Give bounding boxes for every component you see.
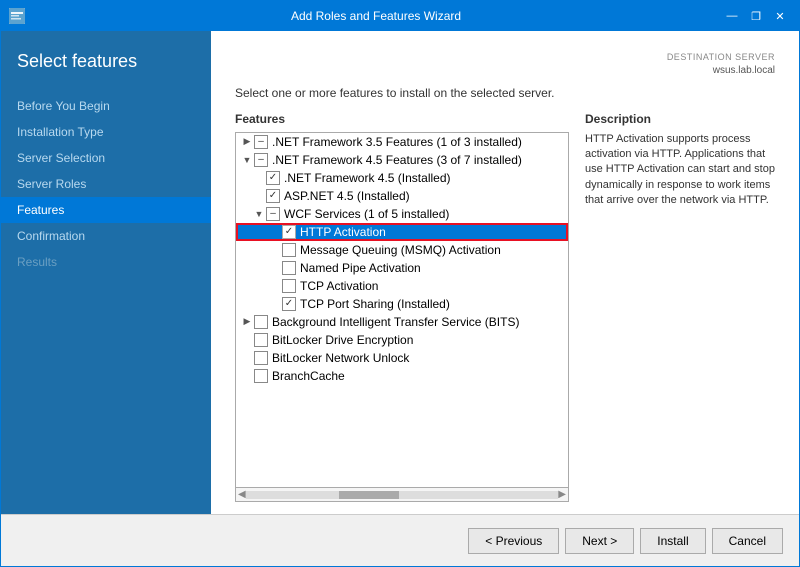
expand-icon: ▼ bbox=[252, 207, 266, 221]
expand-icon bbox=[252, 189, 266, 203]
feature-checkbox[interactable] bbox=[282, 279, 296, 293]
feature-checkbox[interactable]: – bbox=[254, 153, 268, 167]
window-title: Add Roles and Features Wizard bbox=[31, 9, 721, 23]
next-button[interactable]: Next > bbox=[565, 528, 634, 554]
list-item[interactable]: ✓ TCP Port Sharing (Installed) bbox=[236, 295, 568, 313]
list-item[interactable]: ✓ HTTP Activation bbox=[236, 223, 568, 241]
feature-label: BranchCache bbox=[272, 369, 345, 383]
feature-checkbox[interactable] bbox=[254, 351, 268, 365]
sidebar: Select features Before You Begin Install… bbox=[1, 31, 211, 514]
expand-icon bbox=[268, 243, 282, 257]
description-panel: Description HTTP Activation supports pro… bbox=[585, 112, 775, 502]
feature-checkbox[interactable] bbox=[282, 261, 296, 275]
sidebar-item-server-selection[interactable]: Server Selection bbox=[1, 145, 211, 171]
horizontal-scrollbar[interactable]: ◀ ▶ bbox=[235, 488, 569, 502]
feature-label: BitLocker Drive Encryption bbox=[272, 333, 413, 347]
window-controls: — ❐ ✕ bbox=[721, 6, 791, 26]
feature-label: HTTP Activation bbox=[300, 225, 386, 239]
scroll-left-btn[interactable]: ◀ bbox=[238, 489, 246, 500]
close-button[interactable]: ✕ bbox=[769, 6, 791, 26]
list-item[interactable]: BranchCache bbox=[236, 367, 568, 385]
install-button[interactable]: Install bbox=[640, 528, 705, 554]
feature-label: TCP Port Sharing (Installed) bbox=[300, 297, 450, 311]
previous-button[interactable]: < Previous bbox=[468, 528, 559, 554]
destination-server-info: DESTINATION SERVER wsus.lab.local bbox=[235, 51, 775, 78]
wizard-body: Select features Before You Begin Install… bbox=[1, 31, 799, 514]
feature-label: Background Intelligent Transfer Service … bbox=[272, 315, 519, 329]
feature-label: BitLocker Network Unlock bbox=[272, 351, 409, 365]
feature-label: ASP.NET 4.5 (Installed) bbox=[284, 189, 410, 203]
feature-checkbox[interactable]: ✓ bbox=[266, 189, 280, 203]
list-item[interactable]: TCP Activation bbox=[236, 277, 568, 295]
title-bar: Add Roles and Features Wizard — ❐ ✕ bbox=[1, 1, 799, 31]
feature-checkbox[interactable]: ✓ bbox=[282, 225, 296, 239]
app-icon bbox=[9, 8, 25, 24]
cancel-button[interactable]: Cancel bbox=[712, 528, 783, 554]
wizard-window: Add Roles and Features Wizard — ❐ ✕ Sele… bbox=[0, 0, 800, 567]
expand-icon bbox=[240, 369, 254, 383]
feature-checkbox[interactable]: – bbox=[266, 207, 280, 221]
sidebar-item-confirmation[interactable]: Confirmation bbox=[1, 223, 211, 249]
expand-icon: ▶ bbox=[240, 135, 254, 149]
list-item[interactable]: ▼ – .NET Framework 4.5 Features (3 of 7 … bbox=[236, 151, 568, 169]
sidebar-item-features[interactable]: Features bbox=[1, 197, 211, 223]
minimize-button[interactable]: — bbox=[721, 6, 743, 26]
list-item[interactable]: ✓ .NET Framework 4.5 (Installed) bbox=[236, 169, 568, 187]
feature-checkbox[interactable] bbox=[282, 243, 296, 257]
expand-icon bbox=[268, 261, 282, 275]
list-item[interactable]: ▶ – .NET Framework 3.5 Features (1 of 3 … bbox=[236, 133, 568, 151]
feature-checkbox[interactable] bbox=[254, 333, 268, 347]
sidebar-item-results: Results bbox=[1, 249, 211, 275]
list-item[interactable]: ▶ Background Intelligent Transfer Servic… bbox=[236, 313, 568, 331]
spacer bbox=[235, 502, 775, 514]
feature-label: WCF Services (1 of 5 installed) bbox=[284, 207, 449, 221]
scroll-thumb[interactable] bbox=[339, 491, 399, 499]
expand-icon bbox=[252, 171, 266, 185]
sidebar-item-server-roles[interactable]: Server Roles bbox=[1, 171, 211, 197]
feature-label: .NET Framework 3.5 Features (1 of 3 inst… bbox=[272, 135, 522, 149]
list-item[interactable]: BitLocker Drive Encryption bbox=[236, 331, 568, 349]
scroll-right-btn[interactable]: ▶ bbox=[558, 489, 566, 500]
expand-icon: ▶ bbox=[240, 315, 254, 329]
features-container: Features ▶ – .NET Framework 3.5 Features… bbox=[235, 112, 775, 502]
feature-checkbox[interactable]: – bbox=[254, 135, 268, 149]
expand-icon bbox=[268, 225, 282, 239]
expand-icon bbox=[268, 279, 282, 293]
feature-checkbox[interactable]: ✓ bbox=[282, 297, 296, 311]
sidebar-item-installation-type[interactable]: Installation Type bbox=[1, 119, 211, 145]
feature-checkbox[interactable]: ✓ bbox=[266, 171, 280, 185]
sidebar-title: Select features bbox=[1, 51, 211, 93]
feature-label: Message Queuing (MSMQ) Activation bbox=[300, 243, 501, 257]
feature-label: .NET Framework 4.5 (Installed) bbox=[284, 171, 451, 185]
features-panel: Features ▶ – .NET Framework 3.5 Features… bbox=[235, 112, 569, 502]
sidebar-item-before-you-begin[interactable]: Before You Begin bbox=[1, 93, 211, 119]
expand-icon bbox=[240, 351, 254, 365]
feature-label: .NET Framework 4.5 Features (3 of 7 inst… bbox=[272, 153, 522, 167]
feature-label: TCP Activation bbox=[300, 279, 378, 293]
description-header: Description bbox=[585, 112, 775, 126]
feature-checkbox[interactable] bbox=[254, 369, 268, 383]
expand-icon: ▼ bbox=[240, 153, 254, 167]
description-text: HTTP Activation supports process activat… bbox=[585, 132, 775, 209]
expand-icon bbox=[268, 297, 282, 311]
destination-server-value: wsus.lab.local bbox=[235, 64, 775, 78]
bottom-bar: < Previous Next > Install Cancel bbox=[1, 514, 799, 566]
feature-label: Named Pipe Activation bbox=[300, 261, 421, 275]
destination-server-label: DESTINATION SERVER bbox=[235, 51, 775, 64]
list-item[interactable]: Message Queuing (MSMQ) Activation bbox=[236, 241, 568, 259]
scroll-track[interactable] bbox=[246, 491, 559, 499]
expand-icon bbox=[240, 333, 254, 347]
list-item[interactable]: Named Pipe Activation bbox=[236, 259, 568, 277]
features-header: Features bbox=[235, 112, 569, 126]
feature-checkbox[interactable] bbox=[254, 315, 268, 329]
instruction-text: Select one or more features to install o… bbox=[235, 86, 775, 100]
restore-button[interactable]: ❐ bbox=[745, 6, 767, 26]
list-item[interactable]: ▼ – WCF Services (1 of 5 installed) bbox=[236, 205, 568, 223]
list-item[interactable]: ✓ ASP.NET 4.5 (Installed) bbox=[236, 187, 568, 205]
features-list[interactable]: ▶ – .NET Framework 3.5 Features (1 of 3 … bbox=[235, 132, 569, 488]
list-item[interactable]: BitLocker Network Unlock bbox=[236, 349, 568, 367]
main-area: DESTINATION SERVER wsus.lab.local Select… bbox=[211, 31, 799, 514]
